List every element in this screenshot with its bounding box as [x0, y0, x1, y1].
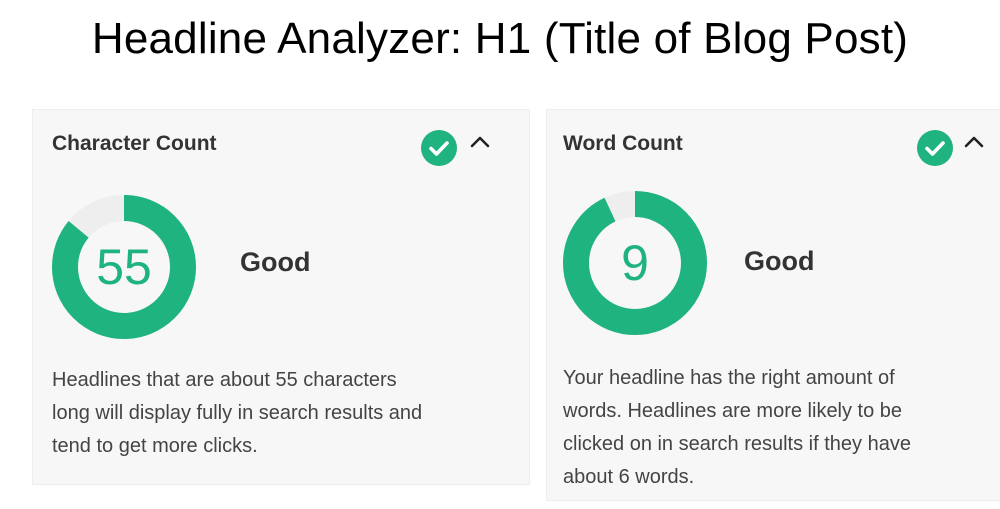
score-value: 9	[621, 235, 649, 291]
description: Headlines that are about 55 characters l…	[52, 364, 422, 463]
check-circle-icon	[917, 130, 953, 166]
check-circle-icon	[421, 130, 457, 166]
description-line: words. Headlines are more likely to be	[563, 400, 903, 422]
rating-label: Good	[744, 246, 815, 276]
description: Your headline has the right amount of wo…	[563, 362, 911, 494]
rating-label: Good	[240, 247, 311, 277]
chevron-up-icon[interactable]	[963, 134, 985, 150]
character-count-card: Character Count 55 Good Headlines that a…	[32, 109, 530, 485]
chevron-up-icon[interactable]	[469, 134, 491, 150]
description-line: Headlines that are about 55 characters	[52, 369, 397, 391]
word-count-card: Word Count 9 Good Your headline has the …	[546, 109, 1000, 501]
card-title: Word Count	[563, 132, 683, 155]
card-title: Character Count	[52, 132, 217, 155]
score-donut: 55	[51, 194, 197, 340]
description-line: clicked on in search results if they hav…	[563, 433, 911, 455]
description-line: about 6 words.	[563, 466, 695, 488]
description-line: tend to get more clicks.	[52, 435, 258, 457]
score-donut: 9	[562, 190, 708, 336]
page-title: Headline Analyzer: H1 (Title of Blog Pos…	[91, 14, 909, 63]
description-line: long will display fully in search result…	[52, 402, 423, 424]
score-value: 55	[96, 239, 152, 295]
description-line: Your headline has the right amount of	[563, 367, 895, 389]
